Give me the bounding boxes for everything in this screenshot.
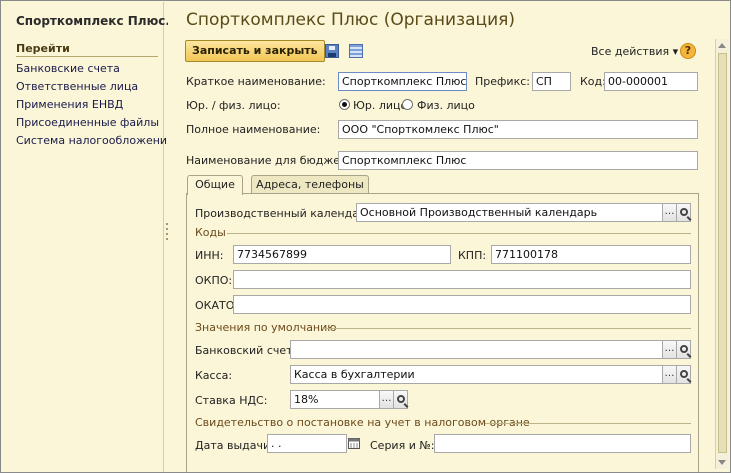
nav-item-envd[interactable]: Применения ЕНВД bbox=[16, 96, 174, 114]
nav-list: Банковские счета Ответственные лица Прим… bbox=[16, 60, 174, 150]
navigation-panel: Спорткомплекс Плюс... Перейти Банковские… bbox=[2, 2, 179, 472]
prefix-label: Префикс: bbox=[475, 75, 530, 88]
full-name-label: Полное наименование: bbox=[186, 123, 321, 136]
search-icon bbox=[396, 395, 405, 403]
vat-rate-search-button[interactable] bbox=[393, 390, 408, 409]
save-icon[interactable] bbox=[325, 44, 339, 58]
full-name-field[interactable]: ООО "Спорткомлекс Плюс" bbox=[338, 120, 698, 139]
search-icon bbox=[679, 370, 688, 378]
issue-date-field[interactable]: . . bbox=[267, 434, 347, 453]
calendar-label: Производственный календарь: bbox=[195, 207, 377, 220]
cash-choose-button[interactable]: … bbox=[662, 365, 677, 384]
series-number-label: Серия и №: bbox=[370, 439, 435, 452]
okato-field[interactable] bbox=[233, 295, 691, 314]
cash-search-button[interactable] bbox=[676, 365, 691, 384]
calendar-search-button[interactable] bbox=[676, 203, 691, 222]
bank-account-field[interactable] bbox=[290, 340, 663, 359]
inn-field[interactable]: 7734567899 bbox=[233, 245, 451, 264]
individual-radio[interactable] bbox=[402, 99, 413, 110]
calendar-field[interactable]: Основной Производственный календарь bbox=[356, 203, 663, 222]
issue-date-label: Дата выдачи: bbox=[195, 439, 274, 452]
cash-field[interactable]: Касса в бухгалтерии bbox=[290, 365, 663, 384]
bank-account-choose-button[interactable]: … bbox=[662, 340, 677, 359]
code-field[interactable]: 00-000001 bbox=[604, 72, 698, 91]
vat-rate-label: Ставка НДС: bbox=[195, 394, 268, 407]
legal-entity-radio[interactable] bbox=[339, 99, 350, 110]
bank-account-label: Банковский счет: bbox=[195, 344, 297, 357]
cash-label: Касса: bbox=[195, 369, 233, 382]
scroll-up-icon[interactable] bbox=[718, 43, 726, 48]
save-and-close-button[interactable]: Записать и закрыть bbox=[185, 40, 325, 62]
nav-section-title: Перейти bbox=[16, 42, 158, 57]
person-type-label: Юр. / физ. лицо: bbox=[186, 99, 281, 112]
okato-label: ОКАТО: bbox=[195, 299, 239, 312]
main-form: Спорткомплекс Плюс (Организация) Записат… bbox=[168, 2, 714, 472]
page-title: Спорткомплекс Плюс (Организация) bbox=[186, 10, 515, 30]
nav-item-bank-accounts[interactable]: Банковские счета bbox=[16, 60, 174, 78]
prefix-field[interactable]: СП bbox=[532, 72, 571, 91]
tab-general[interactable]: Общие bbox=[187, 175, 243, 195]
bank-account-search-button[interactable] bbox=[676, 340, 691, 359]
calendar-picker-button[interactable] bbox=[346, 434, 361, 453]
legal-entity-label: Юр. лицо bbox=[353, 99, 408, 112]
short-name-label: Краткое наименование: bbox=[186, 75, 326, 88]
nav-item-tax-system[interactable]: Система налогообложения bbox=[16, 132, 174, 150]
okpo-label: ОКПО: bbox=[195, 274, 233, 287]
vat-rate-choose-button[interactable]: … bbox=[379, 390, 394, 409]
nav-item-attached-files[interactable]: Присоединенные файлы bbox=[16, 114, 174, 132]
organization-window: Спорткомплекс Плюс... Перейти Банковские… bbox=[0, 0, 731, 473]
code-label: Код: bbox=[580, 75, 606, 88]
okpo-field[interactable] bbox=[233, 270, 691, 289]
certificate-group-divider bbox=[485, 423, 691, 424]
certificate-group-title: Свидетельство о постановке на учет в нал… bbox=[195, 416, 530, 429]
budget-name-label: Наименование для бюджета: bbox=[186, 154, 357, 167]
search-icon bbox=[679, 345, 688, 353]
calendar-icon bbox=[347, 438, 360, 449]
tab-addresses-phones[interactable]: Адреса, телефоны bbox=[251, 175, 369, 194]
defaults-group-title: Значения по умолчанию bbox=[195, 321, 337, 334]
short-name-field[interactable]: Спорткомплекс Плюс bbox=[338, 72, 467, 91]
budget-name-field[interactable]: Спорткомплекс Плюс bbox=[338, 151, 698, 170]
defaults-group-divider bbox=[323, 328, 691, 329]
codes-group-divider bbox=[227, 233, 691, 234]
navigation-title: Спорткомплекс Плюс... bbox=[16, 14, 180, 28]
codes-group-title: Коды bbox=[195, 226, 226, 239]
kpp-label: КПП: bbox=[458, 249, 487, 262]
general-tab-panel: Производственный календарь: Основной Про… bbox=[186, 193, 699, 472]
scroll-thumb[interactable] bbox=[718, 53, 727, 453]
search-icon bbox=[679, 208, 688, 216]
series-number-field[interactable] bbox=[434, 434, 691, 453]
vertical-scrollbar[interactable] bbox=[715, 39, 729, 469]
nav-item-responsible-persons[interactable]: Ответственные лица bbox=[16, 78, 174, 96]
vat-rate-field[interactable]: 18% bbox=[290, 390, 380, 409]
help-icon[interactable]: ? bbox=[680, 43, 696, 59]
kpp-field[interactable]: 771100178 bbox=[491, 245, 691, 264]
calendar-choose-button[interactable]: … bbox=[662, 203, 677, 222]
individual-label: Физ. лицо bbox=[417, 99, 475, 112]
document-icon[interactable] bbox=[349, 44, 363, 58]
inn-label: ИНН: bbox=[195, 249, 224, 262]
scroll-down-icon[interactable] bbox=[718, 460, 726, 465]
all-actions-menu[interactable]: Все действия ▾ bbox=[591, 45, 678, 58]
